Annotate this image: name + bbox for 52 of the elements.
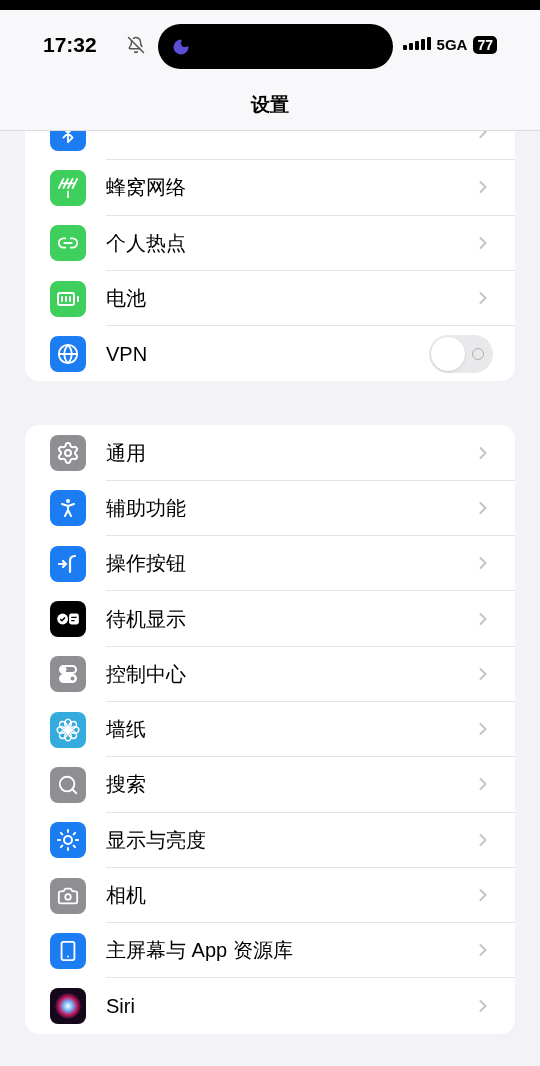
settings-row[interactable]: 墙纸 bbox=[25, 701, 515, 758]
siri-icon bbox=[50, 988, 86, 1025]
search-icon bbox=[50, 766, 86, 803]
settings-row[interactable]: 电池 bbox=[25, 270, 515, 327]
toggles-icon bbox=[50, 656, 86, 693]
network-type: 5GA bbox=[436, 34, 468, 55]
row-label: 搜索 bbox=[106, 772, 146, 798]
row-label: 辅助功能 bbox=[106, 495, 186, 521]
row-label: 控制中心 bbox=[106, 661, 186, 687]
settings-row[interactable]: VPN bbox=[25, 326, 515, 382]
antenna-icon bbox=[50, 169, 86, 206]
battery-level: 77 bbox=[473, 36, 497, 54]
camera-icon bbox=[50, 877, 86, 914]
bell-off-icon bbox=[126, 36, 145, 54]
row-label: 操作按钮 bbox=[106, 551, 186, 577]
settings-row[interactable]: 通用 bbox=[25, 425, 515, 481]
settings-row[interactable]: 主屏幕与 App 资源库 bbox=[25, 923, 515, 979]
row-label: 显示与亮度 bbox=[106, 827, 206, 853]
row-label: 通用 bbox=[106, 440, 146, 466]
settings-row[interactable]: 待机显示 bbox=[25, 591, 515, 647]
row-label: 个人热点 bbox=[106, 230, 186, 256]
sun-icon bbox=[50, 822, 86, 859]
settings-row[interactable]: 辅助功能 bbox=[25, 480, 515, 537]
page-title: 设置 bbox=[251, 93, 289, 117]
row-label: 待机显示 bbox=[106, 606, 186, 632]
settings-row[interactable]: 蜂窝网络 bbox=[25, 160, 515, 216]
action-button-icon bbox=[50, 545, 86, 582]
row-label: 电池 bbox=[106, 286, 146, 312]
standby-icon bbox=[50, 601, 86, 637]
row-label: Siri bbox=[106, 994, 135, 1020]
link-icon bbox=[50, 225, 86, 262]
settings-row[interactable]: 个人热点 bbox=[25, 215, 515, 271]
row-label: 相机 bbox=[106, 883, 146, 908]
settings-row[interactable]: 操作按钮 bbox=[25, 536, 515, 592]
row-label: 墙纸 bbox=[106, 717, 146, 743]
phone-icon bbox=[50, 932, 86, 969]
row-label: 主屏幕与 App 资源库 bbox=[106, 938, 293, 964]
gear-icon bbox=[50, 435, 86, 472]
row-label: VPN bbox=[106, 341, 148, 367]
battery-icon bbox=[50, 280, 86, 317]
settings-row[interactable]: Siri bbox=[25, 978, 515, 1034]
settings-row[interactable]: 相机 bbox=[25, 867, 515, 924]
flower-icon bbox=[50, 711, 86, 748]
accessibility-icon bbox=[50, 490, 86, 527]
settings-row[interactable]: 搜索 bbox=[25, 757, 515, 813]
moon-icon bbox=[172, 37, 190, 56]
settings-row[interactable]: 显示与亮度 bbox=[25, 812, 515, 868]
settings-row[interactable]: 控制中心 bbox=[25, 646, 515, 702]
vpn-switch[interactable] bbox=[429, 334, 493, 373]
globe-icon bbox=[50, 335, 86, 372]
status-time: 17:32 bbox=[43, 32, 97, 59]
row-label: 蜂窝网络 bbox=[106, 175, 186, 201]
